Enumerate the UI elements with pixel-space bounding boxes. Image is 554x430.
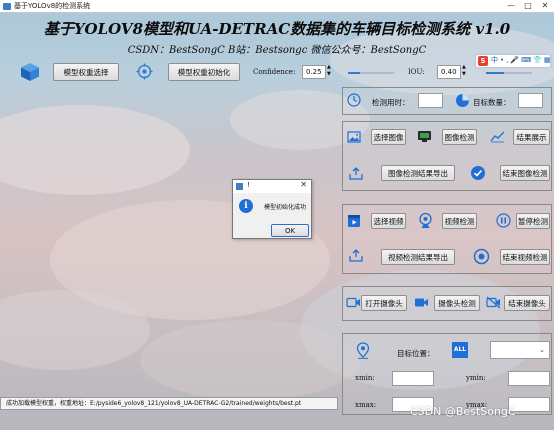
dialog-titlebar: ! ✕ [233,180,311,193]
ime-item[interactable]: ⌨ [521,56,533,64]
xmax-label: xmax: [355,401,377,409]
confidence-label: Confidence: [253,68,296,76]
confidence-spin-arrows[interactable]: ▲ ▼ [327,64,331,78]
select-image-button[interactable]: 选择图像 [371,129,406,145]
ime-logo-icon: S [478,56,488,66]
cube-icon [21,63,39,81]
detect-time-field [418,93,443,108]
image-icon [347,131,361,143]
dialog-close-icon[interactable]: ✕ [300,180,307,189]
page-title: 基于YOLOV8模型和UA-DETRAC数据集的车辆目标检测系统 v1.0 [43,20,511,38]
app-icon [3,3,11,10]
video-detect-button[interactable]: 视频检测 [442,213,477,229]
export-icon [349,249,363,262]
init-weights-button[interactable]: 模型权重初始化 [168,63,240,81]
close-button[interactable]: ✕ [537,0,553,12]
ime-toolbar[interactable]: S 中•,🎤⌨👕▦ [476,55,553,67]
info-icon: i [239,199,253,213]
image-detect-button[interactable]: 图像检测 [442,129,477,145]
dialog-ok-button[interactable]: OK [271,224,309,237]
maximize-button[interactable]: □ [520,0,536,12]
target-icon [136,63,153,80]
dialog-title: ! [247,181,250,189]
target-select[interactable]: ⌄ [490,341,550,359]
xmin-field [392,371,434,386]
pie-chart-icon [456,94,469,107]
ime-item[interactable]: •, [500,56,510,64]
webcam-icon [419,212,432,228]
ime-item[interactable]: 中 [491,56,500,64]
detect-time-label: 检测用时： [372,98,410,107]
status-bar: 成功加载模型权重，权重地址：E:/pyside6_yolov8_121/yolo… [0,397,338,410]
iou-spinbox[interactable]: 0.40 [437,65,461,79]
minimize-button[interactable]: — [503,0,519,12]
stop-circle-icon [473,248,490,265]
all-icon: ALL [452,342,468,358]
ymin-label: ymin: [466,374,486,382]
ime-item[interactable]: 🎤 [510,56,521,64]
show-result-button[interactable]: 结果展示 [513,129,550,145]
window-titlebar: 基于YOLOv8的检测系统 — □ ✕ [0,0,554,13]
watermark: CSDN @BestSongC [410,405,516,418]
ime-item[interactable]: ▦ [544,56,553,64]
video-file-icon [348,215,360,227]
select-video-button[interactable]: 选择视频 [371,213,406,229]
iou-label: IOU: [408,68,425,76]
target-position-label: 目标位置： [397,349,435,358]
camera-detect-button[interactable]: 摄像头检测 [434,295,480,311]
end-image-detect-button[interactable]: 结束图像检测 [500,165,550,181]
page-subtitle: CSDN：BestSongC B站：Bestsongc 微信公众号：BestSo… [127,45,427,56]
line-chart-icon [490,131,505,143]
clock-icon [347,93,361,107]
image-detect-icon [418,131,431,142]
camera-off-icon [486,296,501,309]
open-camera-button[interactable]: 打开摄像头 [361,295,407,311]
ymin-field [508,371,550,386]
chevron-down-icon: ⌄ [539,346,545,354]
iou-slider-fill [486,72,505,74]
dialog-message: 模型初始化成功 [264,204,307,211]
end-camera-button[interactable]: 结束摄像头 [504,295,550,311]
check-circle-icon [471,166,485,180]
xmin-label: xmin: [355,374,375,382]
pause-icon [496,213,511,228]
ime-item[interactable]: 👕 [533,56,544,64]
camera-icon [346,297,360,308]
target-count-label: 目标数量： [473,98,511,107]
camera-detect-icon [415,298,428,307]
export-video-result-button[interactable]: 视频检测结果导出 [381,249,455,265]
export-image-result-button[interactable]: 图像检测结果导出 [381,165,455,181]
message-dialog: ! ✕ i 模型初始化成功 OK [232,179,312,239]
confidence-slider-fill [348,72,360,74]
pause-detect-button[interactable]: 暂停检测 [516,213,550,229]
dialog-app-icon [236,183,243,190]
select-weights-button[interactable]: 模型权重选择 [53,63,119,81]
export-icon [349,167,363,180]
window-title: 基于YOLOv8的检测系统 [14,2,91,10]
confidence-spinbox[interactable]: 0.25 [302,65,326,79]
end-video-detect-button[interactable]: 结束视频检测 [500,249,550,265]
iou-spin-arrows[interactable]: ▲ ▼ [462,64,466,78]
location-pin-icon [356,342,370,359]
target-count-field [518,93,543,108]
